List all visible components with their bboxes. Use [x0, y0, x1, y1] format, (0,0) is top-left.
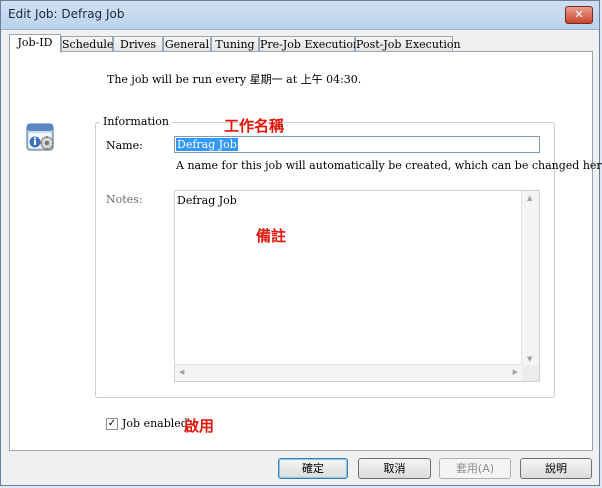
job-id-panel: The job will be run every 星期一 at 上午 04:3… [9, 51, 602, 451]
tab-general[interactable]: General [163, 36, 211, 51]
tab-pre-job-execution[interactable]: Pre-Job Execution [259, 36, 360, 51]
apply-button[interactable]: 套用(A) [439, 458, 511, 479]
checkmark-icon: ✓ [107, 418, 117, 429]
name-label: Name: [106, 139, 143, 152]
tab-job-id[interactable]: Job-ID [9, 34, 61, 53]
notes-horizontal-scrollbar[interactable]: ◀ ▶ [175, 364, 522, 381]
scroll-down-icon[interactable]: ▼ [527, 355, 532, 363]
tab-schedule[interactable]: Schedule [61, 36, 113, 51]
job-enabled-checkbox[interactable]: ✓ [106, 418, 118, 430]
name-annotation: 工作名稱 [224, 117, 285, 135]
ok-button[interactable]: 確定 [278, 458, 348, 479]
tab-post-job-execution[interactable]: Post-Job Execution [355, 36, 461, 51]
schedule-summary: The job will be run every 星期一 at 上午 04:3… [107, 73, 362, 86]
edit-job-window: Edit Job: Defrag Job ✕ Job-ID Schedule D… [0, 0, 602, 486]
title-bar[interactable]: Edit Job: Defrag Job ✕ [1, 1, 599, 30]
close-button[interactable]: ✕ [565, 6, 593, 24]
close-icon: ✕ [574, 8, 584, 21]
cancel-button[interactable]: 取消 [358, 458, 431, 479]
scroll-left-icon[interactable]: ◀ [179, 368, 184, 376]
help-button[interactable]: 說明 [520, 458, 592, 479]
notes-label: Notes: [106, 193, 143, 206]
scroll-up-icon[interactable]: ▲ [527, 194, 532, 202]
scroll-right-icon[interactable]: ▶ [513, 368, 518, 376]
tab-tuning[interactable]: Tuning [211, 36, 259, 51]
job-enabled-label[interactable]: Job enabled [122, 417, 188, 430]
job-settings-icon [26, 123, 54, 151]
tab-drives[interactable]: Drives [113, 36, 163, 51]
name-input-value: Defrag Job [176, 138, 238, 151]
notes-textarea[interactable]: Defrag Job ▲ ▼ ◀ ▶ [174, 190, 540, 382]
notes-annotation: 備註 [256, 227, 287, 245]
notes-vertical-scrollbar[interactable]: ▲ ▼ [521, 191, 539, 366]
enabled-annotation: 啟用 [184, 417, 215, 435]
window-title: Edit Job: Defrag Job [8, 7, 125, 21]
notes-value: Defrag Job [177, 194, 237, 207]
scrollbar-corner [522, 365, 539, 381]
information-group-label: Information [100, 115, 173, 128]
name-hint: A name for this job will automatically b… [176, 159, 602, 172]
name-input[interactable]: Defrag Job [174, 136, 540, 153]
